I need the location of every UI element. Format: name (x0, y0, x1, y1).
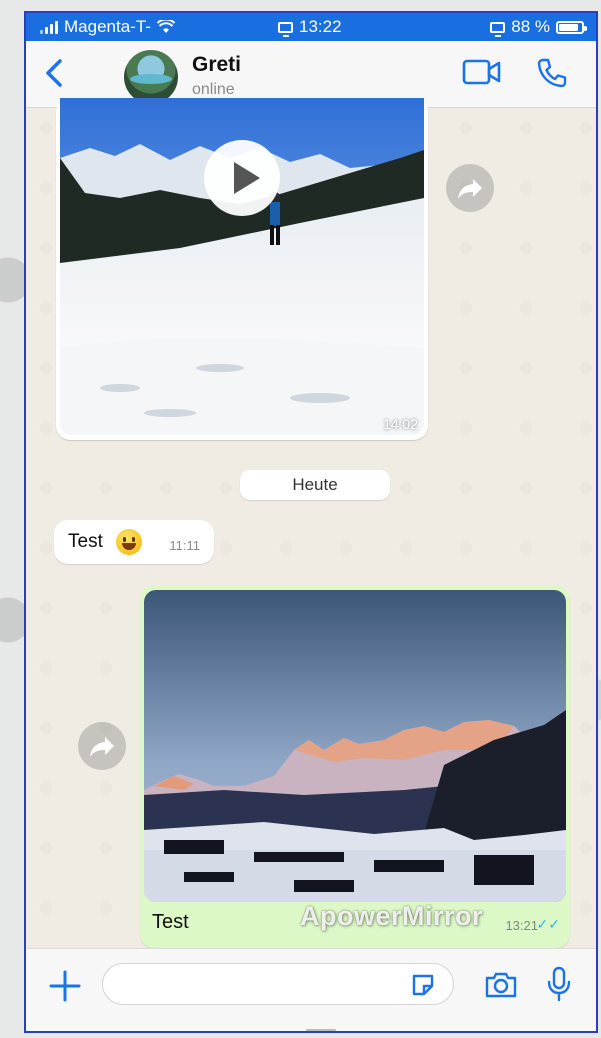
phone-mirror-window: Magenta-T- 13:22 88 % Greti online 14:02… (24, 11, 598, 1033)
grinning-face-emoji-icon (116, 529, 142, 555)
message-timestamp: 11:11 (169, 538, 200, 553)
contact-name[interactable]: Greti (192, 53, 241, 77)
watermark: ApowerMirror (300, 901, 484, 931)
outgoing-photo-bubble[interactable]: Test 13:21 ✓✓ (140, 586, 570, 948)
battery-group: 88 % (490, 17, 587, 37)
incoming-message-bubble[interactable]: Test 11:11 (54, 520, 214, 564)
back-chevron-icon[interactable] (40, 55, 72, 91)
forward-icon[interactable] (446, 164, 494, 212)
clock-group: 13:22 (278, 17, 342, 37)
plus-icon[interactable] (48, 969, 82, 1003)
message-input[interactable] (102, 963, 454, 1005)
camera-icon[interactable] (484, 969, 518, 1001)
photo-caption: Test (152, 911, 189, 933)
home-indicator (306, 1029, 336, 1031)
battery-icon (556, 20, 587, 34)
forward-icon-2[interactable] (78, 722, 126, 770)
status-bar: Magenta-T- 13:22 88 % (26, 13, 596, 41)
signal-icon (40, 20, 58, 34)
carrier-name: Magenta-T- (64, 17, 151, 36)
wifi-icon (156, 20, 175, 33)
video-call-icon[interactable] (462, 57, 502, 87)
message-text: Test (68, 531, 103, 552)
photo-image[interactable] (144, 590, 566, 902)
contact-status: online (192, 81, 235, 98)
input-bar (26, 948, 596, 1031)
status-time: 13:22 (299, 17, 342, 36)
video-timestamp: 14:02 (382, 416, 418, 432)
battery-percent: 88 % (511, 17, 550, 36)
photo-timestamp: 13:21 (505, 918, 538, 933)
play-icon[interactable] (204, 140, 280, 216)
chat-area[interactable]: 14:02 Heute Test 11:11 Test 13:21 ✓✓ (26, 98, 596, 948)
avatar[interactable] (124, 50, 178, 104)
video-message-bubble[interactable]: 14:02 (56, 98, 428, 440)
carrier-group: Magenta-T- (40, 17, 175, 37)
phone-call-icon[interactable] (536, 57, 568, 89)
microphone-icon[interactable] (544, 965, 574, 1003)
double-check-icon: ✓✓ (536, 916, 560, 932)
sticker-icon[interactable] (410, 972, 436, 998)
screen-mirror-icon-2 (490, 21, 506, 37)
screen-mirror-icon (278, 21, 293, 37)
date-divider: Heute (240, 470, 390, 500)
